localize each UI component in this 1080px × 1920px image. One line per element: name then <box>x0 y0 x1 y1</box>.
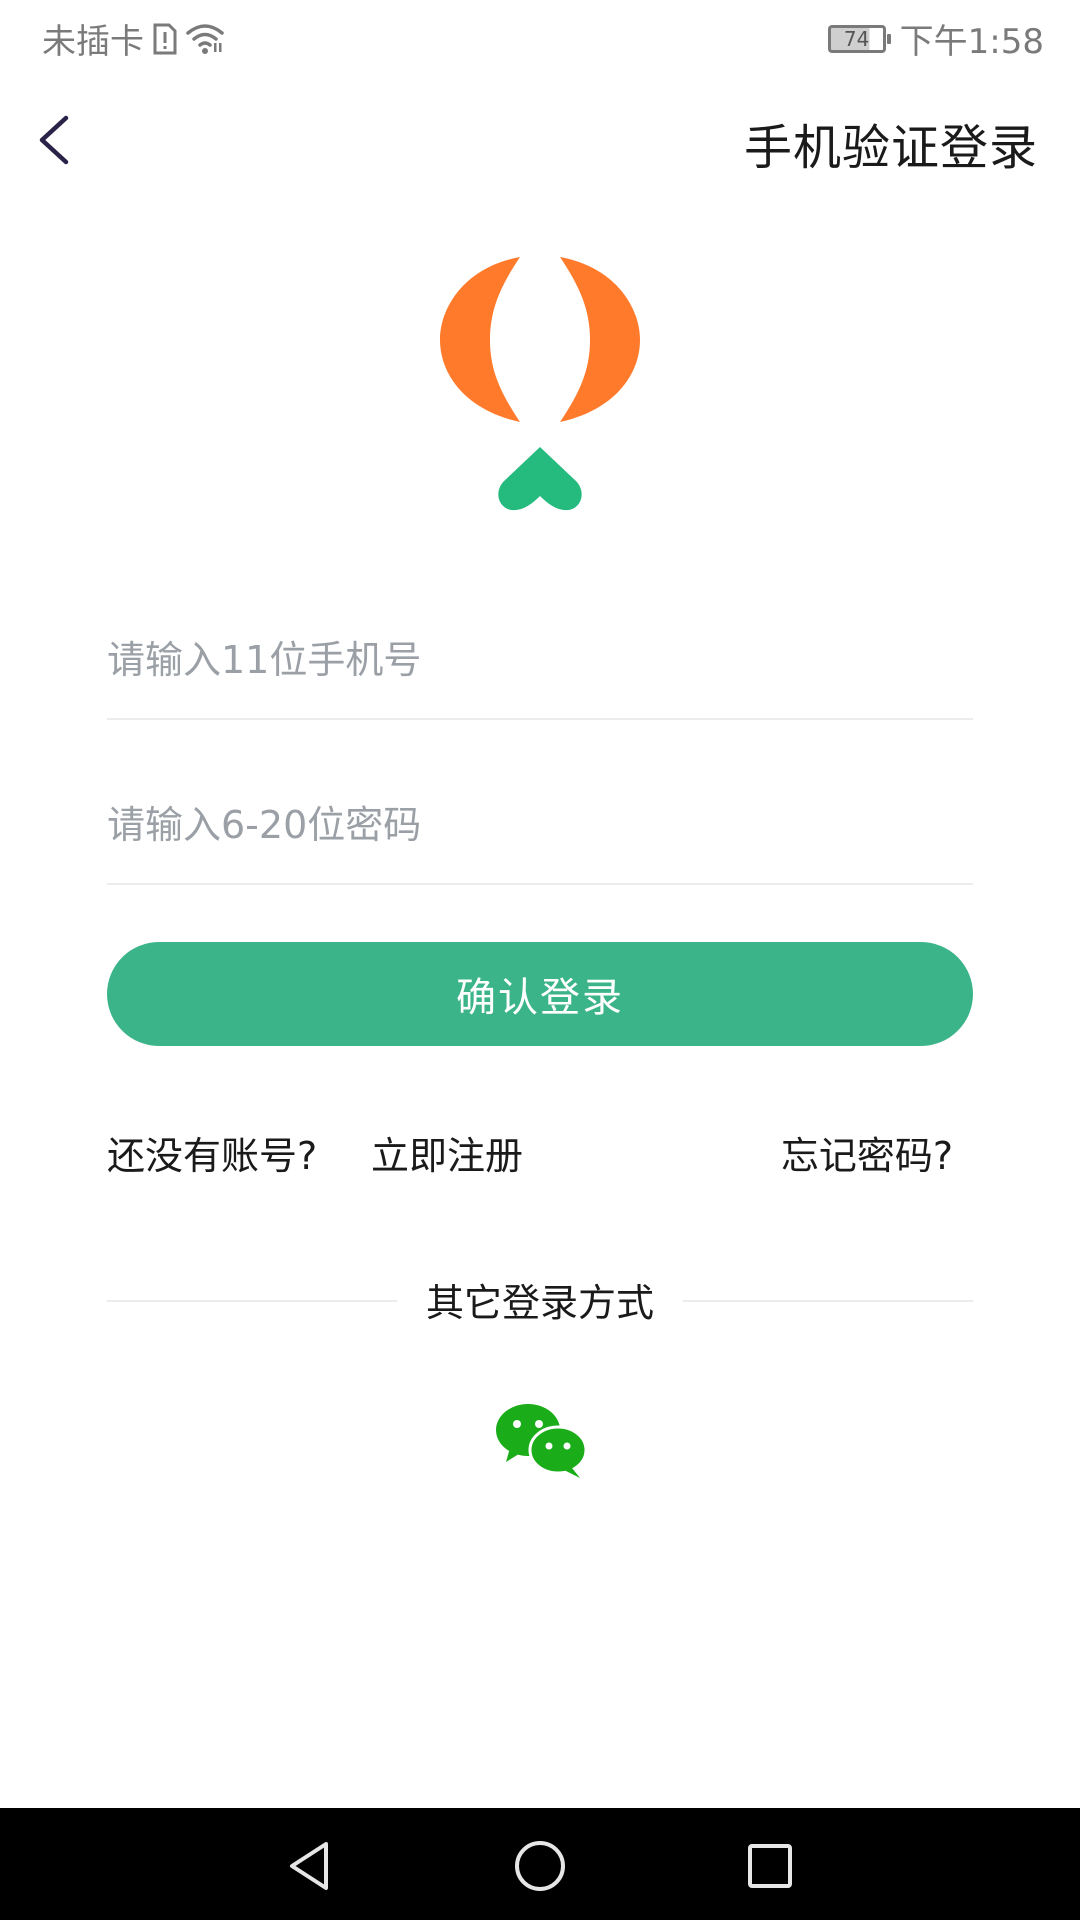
wechat-login-button[interactable] <box>494 1400 588 1480</box>
status-bar: 未插卡 74 下午1:58 <box>0 0 1080 75</box>
wifi-icon <box>186 23 224 54</box>
other-login-divider: 其它登录方式 <box>107 1270 973 1330</box>
login-screen: 未插卡 74 下午1:58 手机验证登录 请输入11位手机号 确认登录 还没有账… <box>0 0 1080 1920</box>
app-logo-icon <box>440 257 640 511</box>
wechat-icon <box>496 1404 588 1478</box>
nav-recent-button[interactable] <box>740 1836 800 1896</box>
confirm-login-button[interactable]: 确认登录 <box>107 942 973 1046</box>
phone-input[interactable] <box>107 630 973 690</box>
system-nav-bar <box>0 1808 1080 1920</box>
carrier-text: 未插卡 <box>42 22 144 62</box>
forgot-password-link[interactable]: 忘记密码? <box>781 1125 953 1180</box>
password-field <box>107 765 973 885</box>
status-left: 未插卡 <box>42 14 224 63</box>
divider-line-right <box>683 1300 973 1302</box>
nav-recent-icon <box>748 1844 792 1888</box>
nav-home-button[interactable] <box>510 1836 570 1896</box>
nav-back-button[interactable] <box>280 1836 340 1896</box>
chevron-left-icon <box>39 115 69 165</box>
links-row: 还没有账号? 立即注册 忘记密码? <box>107 1125 973 1181</box>
page-title: 手机验证登录 <box>743 120 1038 176</box>
back-button[interactable] <box>28 108 88 172</box>
battery-icon: 74 <box>827 24 891 53</box>
register-link[interactable]: 立即注册 <box>371 1125 523 1180</box>
password-input[interactable] <box>107 795 973 855</box>
status-time: 下午1:58 <box>899 22 1044 62</box>
no-account-text: 还没有账号? <box>107 1134 318 1178</box>
battery-level: 74 <box>843 26 870 51</box>
sim-alert-icon <box>153 23 177 54</box>
phone-field <box>107 600 973 720</box>
nav-home-icon <box>515 1841 565 1891</box>
nav-back-icon <box>290 1842 328 1890</box>
header: 手机验证登录 <box>0 90 1080 190</box>
status-right: 74 下午1:58 <box>827 14 1044 63</box>
